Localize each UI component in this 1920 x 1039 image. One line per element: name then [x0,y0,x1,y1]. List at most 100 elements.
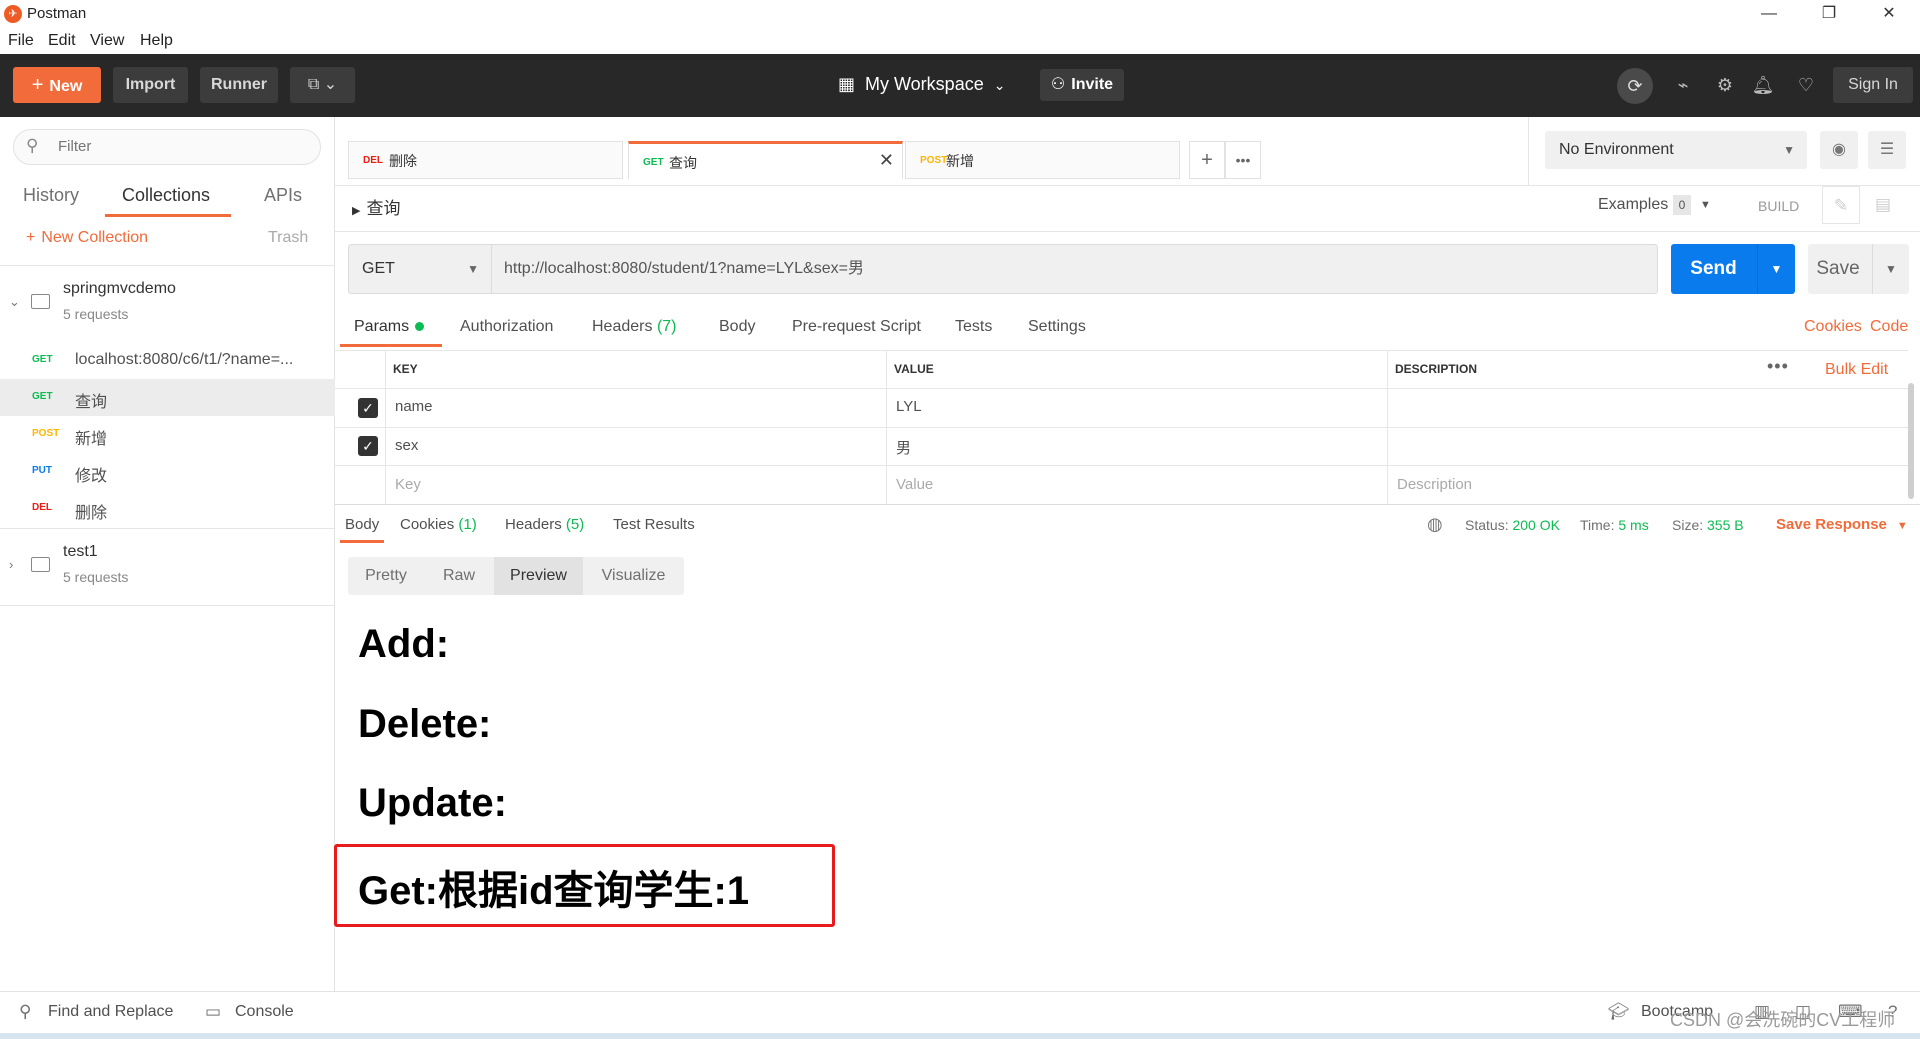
menu-view[interactable]: View [90,32,124,50]
plus-icon: + [31,74,44,96]
scrollbar[interactable] [1908,383,1914,499]
collection-test1[interactable]: › test1 5 requests [0,529,335,605]
request-item[interactable]: GET localhost:8080/c6/t1/?name=... [0,342,335,379]
caret-down-icon[interactable]: ▼ [1700,199,1711,211]
environment-select[interactable]: No Environment ▼ [1545,131,1807,169]
find-and-replace-button[interactable]: Find and Replace [48,1003,173,1021]
new-button[interactable]: + New [13,67,101,103]
restore-button[interactable]: ❐ [1806,0,1852,28]
satellite-icon[interactable]: ⌁ [1669,71,1697,99]
tab-request-del[interactable]: DEL 删除 [348,141,623,179]
build-mode-label[interactable]: BUILD [1758,198,1799,214]
divider [335,388,1908,389]
url-input[interactable]: http://localhost:8080/student/1?name=LYL… [492,244,1658,294]
settings-sliders-icon[interactable]: ☰ [1868,131,1906,169]
pencil-icon[interactable]: ✎ [1822,186,1860,224]
environment-bar: No Environment ▼ ◉ ☰ [1528,117,1920,185]
request-item-selected[interactable]: GET 查询 [0,379,335,416]
response-tab-cookies[interactable]: Cookies (1) [400,516,477,533]
filter-input[interactable] [58,138,298,155]
runner-button[interactable]: Runner [200,67,278,103]
collection-springmvcdemo[interactable]: ⌄ springmvcdemo 5 requests [0,266,335,342]
save-label: Save [1816,258,1860,279]
tab-headers[interactable]: Headers (7) [592,318,677,336]
menu-edit[interactable]: Edit [48,32,76,50]
new-collection-button[interactable]: + New Collection [26,229,148,247]
tab-request-get-active[interactable]: GET 查询 ✕ [628,141,903,179]
add-tab-button[interactable]: + [1189,141,1225,179]
tab-authorization[interactable]: Authorization [460,318,553,336]
headers-count: (7) [656,318,677,335]
cookies-link[interactable]: Cookies [1804,318,1862,336]
bootcamp-icon: 🎓︎ [1608,1002,1630,1021]
request-item[interactable]: PUT 修改 [0,453,335,490]
menu-help[interactable]: Help [140,32,173,50]
trash-link[interactable]: Trash [268,229,308,247]
request-title[interactable]: ▶ 查询 [352,194,400,219]
tab-name: 查询 [669,155,697,171]
row-checkbox[interactable]: ✓ [358,398,378,418]
preview-line-update: Update: [358,781,507,825]
eye-icon[interactable]: ◉ [1820,131,1858,169]
new-key-input[interactable]: Key [395,476,421,493]
request-item[interactable]: POST 新增 [0,416,335,453]
import-button[interactable]: Import [113,67,188,103]
tab-apis[interactable]: APIs [264,185,302,206]
send-button[interactable]: Send ▼ [1671,244,1795,294]
settings-gear-icon[interactable]: ⚙ [1711,71,1739,99]
param-value[interactable]: 男 [896,437,911,458]
new-window-button[interactable]: ⧉ ⌄ [290,67,355,103]
filter-box[interactable]: ⚲ [13,129,321,165]
tab-history[interactable]: History [23,185,79,206]
invite-button[interactable]: ⚇ Invite [1040,69,1124,101]
menu-file[interactable]: File [8,32,34,50]
console-button[interactable]: Console [235,1003,294,1021]
chevron-right-icon[interactable]: › [9,557,13,572]
response-tab-test-results[interactable]: Test Results [613,516,695,533]
param-key[interactable]: sex [395,437,418,454]
heart-icon[interactable]: ♡ [1792,71,1820,99]
more-tabs-icon[interactable]: ••• [1225,141,1261,179]
response-tab-body[interactable]: Body [345,516,379,533]
bell-icon[interactable]: 🔔︎ [1749,71,1777,99]
tab-collections[interactable]: Collections [122,185,210,206]
tab-params[interactable]: Params [354,318,425,336]
save-response-button[interactable]: Save Response ▼ [1776,516,1908,533]
tab-name: 新增 [946,153,974,169]
bulk-edit-link[interactable]: Bulk Edit [1825,361,1888,379]
examples-label[interactable]: Examples [1598,196,1668,214]
row-checkbox[interactable]: ✓ [358,436,378,456]
caret-down-icon[interactable]: ▼ [1872,244,1909,294]
new-description-input[interactable]: Description [1397,476,1472,493]
tab-prerequest-script[interactable]: Pre-request Script [792,318,921,336]
tab-request-post[interactable]: POST 新增 [905,141,1180,179]
param-value[interactable]: LYL [896,398,922,415]
request-item[interactable]: DEL 删除 [0,490,335,527]
chevron-down-icon[interactable]: ⌄ [9,294,20,310]
close-icon[interactable]: ✕ [879,150,894,171]
view-mode-visualize[interactable]: Visualize [583,557,684,595]
new-value-input[interactable]: Value [896,476,933,493]
documentation-icon[interactable]: ▤ [1864,186,1902,224]
minimize-button[interactable]: — [1746,0,1792,28]
view-mode-preview[interactable]: Preview [494,557,583,595]
globe-icon[interactable]: ◍ [1427,514,1443,535]
save-button[interactable]: Save ▼ [1808,244,1909,294]
sign-in-button[interactable]: Sign In [1833,67,1913,103]
plus-icon: + [26,229,36,246]
code-link[interactable]: Code [1870,318,1908,336]
view-mode-raw[interactable]: Raw [424,557,494,595]
close-window-button[interactable]: ✕ [1866,0,1912,28]
sync-off-icon[interactable]: ⟳ [1617,68,1653,104]
workspace-selector[interactable]: ▦ My Workspace ⌄ [838,74,1005,95]
param-key[interactable]: name [395,398,433,415]
add-user-icon: ⚇ [1050,76,1066,93]
tab-body[interactable]: Body [719,318,755,336]
method-select[interactable]: GET ▼ [348,244,492,294]
caret-down-icon[interactable]: ▼ [1757,244,1795,294]
tab-tests[interactable]: Tests [955,318,992,336]
response-tab-headers[interactable]: Headers (5) [505,516,584,533]
view-mode-pretty[interactable]: Pretty [348,557,424,595]
tab-settings[interactable]: Settings [1028,318,1086,336]
more-options-icon[interactable]: ••• [1767,356,1789,377]
